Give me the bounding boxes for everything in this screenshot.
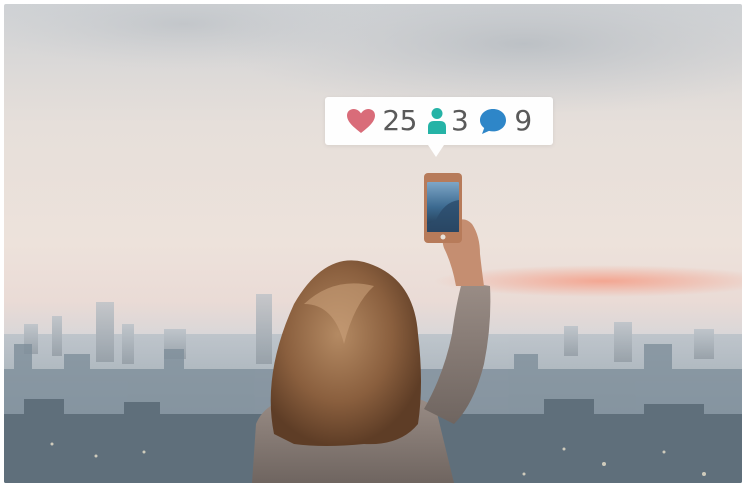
likes-count: 25: [382, 104, 417, 137]
person-icon: [427, 108, 446, 134]
notification-pointer: [428, 145, 444, 157]
social-notification-bubble: 25 3 9: [325, 97, 553, 145]
comments-count: 9: [514, 104, 532, 137]
comments-stat: 9: [478, 104, 532, 137]
photo-frame: [4, 4, 742, 483]
followers-count: 3: [450, 104, 469, 137]
city-selfie-photo: [4, 4, 742, 483]
likes-stat: 25: [346, 107, 417, 135]
heart-icon: [347, 109, 376, 133]
followers-stat: 3: [427, 104, 469, 137]
speech-bubble-icon: [480, 109, 507, 134]
smartphone: [424, 173, 462, 243]
